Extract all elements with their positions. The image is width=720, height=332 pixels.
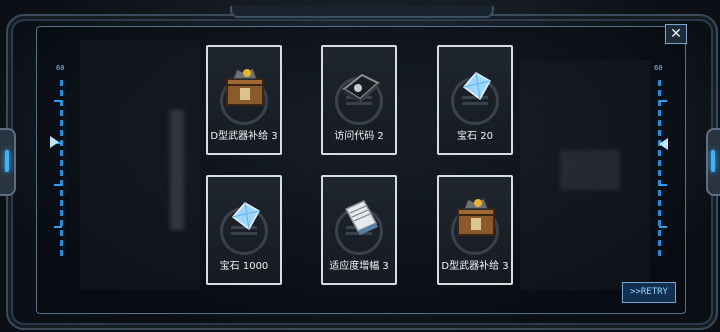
right-gauge-label: 60	[654, 64, 663, 72]
reward-card[interactable]: 宝石 1000	[206, 175, 282, 285]
left-gauge-pointer	[50, 136, 59, 148]
left-side-knob	[0, 128, 16, 196]
reward-label: 适应度增幅 3	[329, 261, 389, 272]
reward-card[interactable]: D型武器补给 3	[206, 45, 282, 155]
reward-card[interactable]: 访问代码 2	[321, 45, 397, 155]
document-icon	[344, 200, 378, 235]
left-gauge-label: 60	[56, 64, 65, 72]
weapon-crate-icon	[226, 66, 264, 106]
right-gauge-pointer	[659, 138, 668, 150]
gauge-tick	[54, 226, 62, 228]
access-code-icon	[342, 73, 380, 103]
gauge-tick	[54, 184, 62, 186]
gauge-tick	[659, 100, 667, 102]
weapon-crate-icon	[457, 196, 495, 236]
right-gauge-bar	[658, 80, 661, 260]
gauge-tick	[659, 226, 667, 228]
right-indicator-light	[711, 150, 715, 172]
reward-label: D型武器补给 3	[210, 131, 278, 142]
left-gauge-bar	[60, 80, 63, 260]
reward-card[interactable]: D型武器补给 3	[437, 175, 513, 285]
reward-label: D型武器补给 3	[441, 261, 509, 272]
reward-card[interactable]: 适应度增幅 3	[321, 175, 397, 285]
right-gauge: 60	[650, 64, 668, 260]
close-button[interactable]: ✕	[665, 24, 687, 44]
reward-label: 宝石 20	[457, 131, 493, 142]
reward-label: 访问代码 2	[334, 131, 384, 142]
left-gauge: 60	[50, 64, 70, 260]
gem-icon	[462, 72, 492, 101]
panel-top-tab	[230, 6, 494, 18]
right-side-knob	[706, 128, 720, 196]
reward-label: 宝石 1000	[219, 261, 269, 272]
left-indicator-light	[5, 150, 9, 172]
reward-card[interactable]: 宝石 20	[437, 45, 513, 155]
gauge-tick	[54, 100, 62, 102]
gem-icon	[231, 202, 261, 231]
gauge-tick	[659, 184, 667, 186]
retry-button[interactable]: >>RETRY	[622, 282, 676, 303]
